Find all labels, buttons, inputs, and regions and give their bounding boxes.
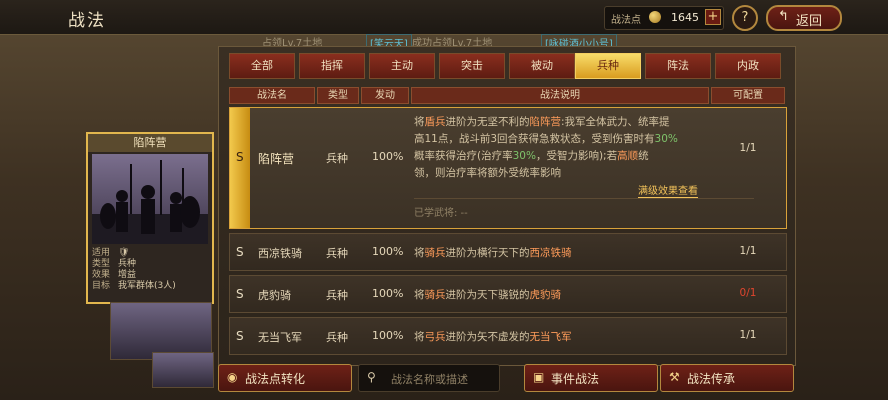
bottom-bar: ◉ 战法点转化 ⚲ ▣ 事件战法 ⚒ 战法传承 (0, 362, 888, 400)
tactics-panel: 全部 指挥 主动 突击 被动 兵种 阵法 内政 战法名 类型 发动 战法说明 可… (218, 46, 796, 366)
grade: S (236, 245, 244, 259)
tab-passive[interactable]: 被动 (509, 53, 575, 79)
tab-assault[interactable]: 突击 (439, 53, 505, 79)
tactic-type: 兵种 (326, 152, 348, 165)
tactic-description: 将盾兵进阶为无坚不利的陷阵营:我军全体武力、统率提 高11点，战斗前3回合获得急… (414, 116, 678, 179)
back-arrow-icon: ↰ (778, 9, 789, 24)
col-rate: 发动 (361, 87, 409, 104)
scroll-icon: ▣ (533, 370, 545, 384)
tactic-detail-card: 陷阵营 适用 🛡 类型 兵种 效果 增益 目标 我军群体(3人) (86, 132, 214, 304)
tactic-row[interactable]: S 虎豹骑 兵种 100% 将骑兵进阶为天下骁锐的虎豹骑 0/1 (229, 275, 787, 313)
soldiers-illustration (92, 160, 208, 244)
tactic-rate: 100% (372, 287, 404, 300)
tactic-name: 无当飞军 (258, 331, 302, 344)
slot-count: 1/1 (739, 142, 757, 154)
search-input[interactable] (389, 369, 497, 389)
grade: S (236, 329, 244, 343)
tactic-name: 西凉铁骑 (258, 247, 302, 260)
learned-generals: 已学武将: -- (414, 208, 468, 219)
tactic-type: 兵种 (326, 247, 348, 260)
tactic-description: 将骑兵进阶为天下骁锐的虎豹骑 (414, 289, 561, 301)
search-icon: ⚲ (367, 370, 376, 384)
tactic-row[interactable]: S 无当飞军 兵种 100% 将弓兵进阶为矢不虚发的无当飞军 1/1 (229, 317, 787, 355)
tab-command[interactable]: 指挥 (299, 53, 365, 79)
tactic-description: 将骑兵进阶为横行天下的西凉铁骑 (414, 247, 572, 259)
tab-troops[interactable]: 兵种 (575, 53, 641, 79)
card-info: 适用 🛡 类型 兵种 效果 增益 目标 我军群体(3人) (92, 248, 176, 292)
tactic-type: 兵种 (326, 289, 348, 302)
tactic-name: 虎豹骑 (258, 289, 291, 302)
col-name: 战法名 (229, 87, 315, 104)
tactic-points-value: 1645 (671, 11, 699, 24)
tab-formation[interactable]: 阵法 (645, 53, 711, 79)
page-title: 战法 (68, 11, 106, 31)
grade: S (236, 287, 244, 301)
tab-bar: 全部 指挥 主动 突击 被动 兵种 阵法 内政 (229, 53, 785, 79)
tactic-inherit-button[interactable]: ⚒ 战法传承 (660, 364, 794, 392)
card-art (92, 154, 208, 244)
tactic-rate: 100% (372, 245, 404, 258)
tactic-row[interactable]: S 西凉铁骑 兵种 100% 将骑兵进阶为横行天下的西凉铁骑 1/1 (229, 233, 787, 271)
tab-internal[interactable]: 内政 (715, 53, 781, 79)
slot-count: 1/1 (739, 245, 757, 257)
add-points-button[interactable]: + (705, 9, 721, 25)
card-field: 类型 兵种 (92, 259, 137, 269)
tactic-rate: 100% (372, 150, 404, 163)
back-button[interactable]: ↰ 返回 (766, 5, 842, 31)
coin-icon: ◉ (227, 370, 238, 384)
slot-count: 1/1 (739, 329, 757, 341)
event-tactics-button[interactable]: ▣ 事件战法 (524, 364, 658, 392)
convert-points-button[interactable]: ◉ 战法点转化 (218, 364, 352, 392)
search-box[interactable]: ⚲ (358, 364, 500, 392)
tactic-points-box: 战法点 1645 + (604, 6, 724, 30)
tactic-rate: 100% (372, 329, 404, 342)
table-header: 战法名 类型 发动 战法说明 可配置 (229, 87, 785, 104)
card-field: 适用 🛡 (92, 248, 130, 258)
tactic-type: 兵种 (326, 331, 348, 344)
tactic-description: 将弓兵进阶为矢不虚发的无当飞军 (414, 331, 572, 343)
col-slots: 可配置 (711, 87, 785, 104)
col-desc: 战法说明 (411, 87, 709, 104)
coin-icon (649, 11, 661, 23)
tab-all[interactable]: 全部 (229, 53, 295, 79)
col-type: 类型 (317, 87, 359, 104)
tactic-name: 陷阵营 (258, 152, 295, 166)
tactic-row-expanded[interactable]: S 陷阵营 兵种 100% 将盾兵进阶为无坚不利的陷阵营:我军全体武力、统率提 … (229, 107, 787, 229)
card-title: 陷阵营 (88, 134, 212, 152)
max-level-effect-link[interactable]: 满级效果查看 (638, 182, 698, 198)
hammer-icon: ⚒ (669, 370, 680, 384)
divider (414, 198, 754, 199)
tab-active[interactable]: 主动 (369, 53, 435, 79)
help-button[interactable]: ? (732, 5, 758, 31)
slot-count: 0/1 (739, 287, 757, 299)
back-label: 返回 (796, 14, 823, 29)
selected-indicator (230, 108, 250, 228)
grade: S (236, 150, 244, 164)
top-bar: 战法 战法点 1645 + ? ↰ 返回 (0, 0, 888, 35)
tactic-points-label: 战法点 (611, 15, 641, 26)
card-field: 目标 我军群体(3人) (92, 281, 176, 291)
card-field: 效果 增益 (92, 270, 137, 280)
